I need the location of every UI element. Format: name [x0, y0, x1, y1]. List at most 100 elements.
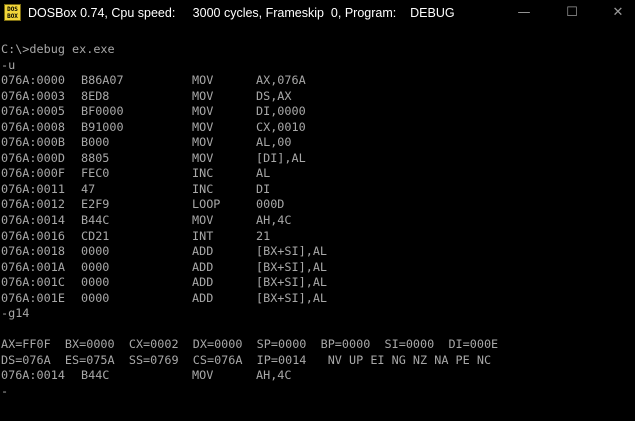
listing-hex: BF0000 [81, 104, 124, 119]
listing-operands: AL [256, 166, 271, 181]
listing-address: 076A:0008 [1, 119, 65, 134]
listing-mnemonic: LOOP [192, 197, 221, 212]
disassembly-listing: 076A:0000 B86A07 MOV AX,076A 076A:0003 8… [0, 73, 635, 306]
listing-hex: 0000 [81, 259, 110, 274]
listing-mnemonic: MOV [192, 119, 214, 134]
listing-operands: DS,AX [256, 88, 292, 103]
listing-mnemonic: ADD [192, 259, 214, 274]
listing-address: 076A:001C [1, 275, 65, 290]
listing-mnemonic: MOV [192, 88, 214, 103]
listing-operands: [BX+SI],AL [256, 244, 328, 259]
maximize-button[interactable]: ☐ [551, 0, 593, 26]
listing-address: 076A:0005 [1, 104, 65, 119]
icon-label-bottom: BOX [7, 13, 18, 20]
window-title: DOSBox 0.74, Cpu speed: 3000 cycles, Fra… [28, 6, 455, 20]
listing-hex: B44C [81, 213, 110, 228]
listing-hex: B000 [81, 135, 110, 150]
listing-mnemonic: MOV [192, 104, 214, 119]
close-button[interactable]: ✕ [597, 0, 635, 26]
listing-mnemonic: INC [192, 166, 214, 181]
listing-operands: [BX+SI],AL [256, 259, 328, 274]
listing-hex: B91000 [81, 119, 124, 134]
listing-row: 076A:001A 0000 ADD [BX+SI],AL [0, 260, 635, 276]
listing-mnemonic: ADD [192, 244, 214, 259]
listing-row: 076A:0000 B86A07 MOV AX,076A [0, 73, 635, 89]
listing-address: 076A:000B [1, 135, 65, 150]
go-command-text: -g14 [1, 306, 30, 321]
listing-operands: CX,0010 [256, 119, 306, 134]
current-instruction: 076A:0014 B44C MOV AH,4C [0, 368, 635, 384]
listing-hex: 47 [81, 181, 96, 196]
listing-mnemonic: MOV [192, 135, 214, 150]
listing-row: 076A:0014 B44C MOV AH,4C [0, 213, 635, 229]
listing-mnemonic: MOV [192, 150, 214, 165]
listing-address: 076A:0018 [1, 244, 65, 259]
listing-row: 076A:000F FEC0 INC AL [0, 166, 635, 182]
listing-hex: E2F9 [81, 197, 110, 212]
listing-operands: [DI],AL [256, 150, 306, 165]
listing-address: 076A:0014 [1, 213, 65, 228]
listing-row: 076A:000B B000 MOV AL,00 [0, 135, 635, 151]
icon-label-top: DOS [7, 6, 18, 13]
dosbox-app-icon[interactable]: DOS BOX [4, 4, 21, 21]
listing-mnemonic: ADD [192, 290, 214, 305]
listing-row: 076A:001E 0000 ADD [BX+SI],AL [0, 291, 635, 307]
listing-hex: 8805 [81, 150, 110, 165]
listing-row: 076A:001C 0000 ADD [BX+SI],AL [0, 275, 635, 291]
listing-address: 076A:0016 [1, 228, 65, 243]
title-bar[interactable]: DOS BOX DOSBox 0.74, Cpu speed: 3000 cyc… [0, 0, 635, 26]
listing-operands: [BX+SI],AL [256, 290, 328, 305]
unassemble-text: -u [1, 57, 16, 72]
prompt-line[interactable]: - [0, 384, 635, 400]
prompt-text: - [1, 384, 9, 399]
command-line: C:\>debug ex.exe [0, 42, 635, 58]
registers-text-1: AX=FF0F BX=0000 CX=0002 DX=0000 SP=0000 … [1, 337, 499, 352]
registers-line-1: AX=FF0F BX=0000 CX=0002 DX=0000 SP=0000 … [0, 337, 635, 353]
listing-hex: CD21 [81, 228, 110, 243]
listing-hex: FEC0 [81, 166, 110, 181]
listing-hex: 8ED8 [81, 88, 110, 103]
listing-address: 076A:000D [1, 150, 65, 165]
listing-row: 076A:000D 8805 MOV [DI],AL [0, 151, 635, 167]
listing-address: 076A:0003 [1, 88, 65, 103]
go-command: -g14 [0, 306, 635, 322]
listing-operands: AX,076A [256, 73, 306, 88]
listing-row: 076A:0016 CD21 INT 21 [0, 229, 635, 245]
listing-mnemonic: ADD [192, 275, 214, 290]
listing-address: 076A:0000 [1, 73, 65, 88]
listing-address: 076A:001E [1, 290, 65, 305]
current-mnemonic: MOV [192, 368, 214, 383]
listing-row: 076A:0018 0000 ADD [BX+SI],AL [0, 244, 635, 260]
listing-mnemonic: INT [192, 228, 214, 243]
listing-mnemonic: MOV [192, 73, 214, 88]
listing-operands: DI,0000 [256, 104, 306, 119]
current-operands: AH,4C [256, 368, 292, 383]
listing-address: 076A:000F [1, 166, 65, 181]
listing-operands: AH,4C [256, 213, 292, 228]
current-address: 076A:0014 [1, 368, 65, 383]
registers-line-2: DS=076A ES=075A SS=0769 CS=076A IP=0014 … [0, 353, 635, 369]
listing-operands: 21 [256, 228, 271, 243]
listing-mnemonic: MOV [192, 213, 214, 228]
dos-console[interactable]: C:\>debug ex.exe -u 076A:0000 B86A07 MOV… [0, 42, 635, 421]
listing-row: 076A:0003 8ED8 MOV DS,AX [0, 89, 635, 105]
listing-operands: [BX+SI],AL [256, 275, 328, 290]
listing-row: 076A:0011 47 INC DI [0, 182, 635, 198]
listing-operands: AL,00 [256, 135, 292, 150]
registers-text-2: DS=076A ES=075A SS=0769 CS=076A IP=0014 … [1, 352, 492, 367]
listing-operands: DI [256, 181, 271, 196]
command-text: C:\>debug ex.exe [1, 42, 115, 56]
listing-address: 076A:001A [1, 259, 65, 274]
current-hex: B44C [81, 368, 110, 383]
unassemble-command: -u [0, 58, 635, 74]
listing-address: 076A:0012 [1, 197, 65, 212]
listing-mnemonic: INC [192, 181, 214, 196]
listing-hex: 0000 [81, 244, 110, 259]
listing-row: 076A:0005 BF0000 MOV DI,0000 [0, 104, 635, 120]
minimize-button[interactable]: — [503, 0, 545, 26]
dosbox-window: DOS BOX DOSBox 0.74, Cpu speed: 3000 cyc… [0, 0, 635, 421]
listing-hex: B86A07 [81, 73, 124, 88]
listing-row: 076A:0008 B91000 MOV CX,0010 [0, 120, 635, 136]
listing-row: 076A:0012 E2F9 LOOP 000D [0, 197, 635, 213]
